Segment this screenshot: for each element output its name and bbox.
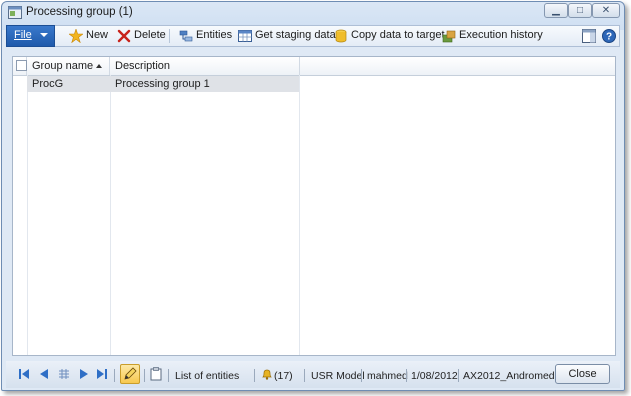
toolbar-divider: [169, 29, 170, 43]
column-header-description[interactable]: Description: [110, 57, 300, 75]
staging-table-icon: [238, 30, 252, 42]
select-all-header: [13, 57, 27, 75]
history-label: Execution history: [459, 29, 543, 41]
status-divider: [361, 369, 362, 382]
processing-group-window: Processing group (1) ▁ □ ✕ File New Dele…: [1, 1, 625, 391]
group-name-header-label: Group name: [32, 60, 94, 72]
close-button[interactable]: Close: [555, 364, 610, 384]
last-record-icon[interactable]: [96, 368, 108, 380]
show-factbox-icon[interactable]: [582, 29, 596, 43]
group-name-cell[interactable]: ProcG: [32, 78, 63, 90]
staging-label: Get staging data: [255, 29, 336, 41]
delete-x-icon: [117, 29, 131, 43]
pencil-icon: [124, 367, 137, 380]
status-divider: [114, 369, 115, 382]
status-date: 1/08/2012: [411, 370, 458, 382]
previous-record-icon[interactable]: [38, 368, 50, 380]
close-window-button[interactable]: ✕: [592, 3, 620, 18]
entities-label: Entities: [196, 29, 233, 41]
status-divider: [144, 369, 145, 382]
notification-bell-icon[interactable]: [261, 368, 273, 380]
description-header-label: Description: [115, 60, 171, 72]
title-bar: Processing group (1) ▁ □ ✕: [2, 2, 624, 24]
processing-groups-grid: Group name Description ProcG Processing …: [12, 56, 616, 356]
record-grid-icon[interactable]: [58, 368, 70, 380]
status-divider: [304, 369, 305, 382]
sort-ascending-icon: [96, 64, 102, 68]
action-pane: File New Delete Entities Get staging dat…: [6, 25, 620, 47]
minimize-icon: ▁: [552, 5, 560, 16]
next-record-icon[interactable]: [78, 368, 90, 380]
close-button-label: Close: [568, 368, 597, 380]
entities-icon: [179, 30, 193, 42]
delete-label: Delete: [134, 29, 166, 41]
edit-mode-button[interactable]: [120, 364, 140, 384]
app-window-icon: [8, 6, 22, 19]
status-divider: [406, 369, 407, 382]
copy-label: Copy data to target: [351, 29, 445, 41]
new-label: New: [86, 29, 109, 41]
copy-data-to-target-button[interactable]: Copy data to target: [334, 28, 445, 44]
status-server: AX2012_Andromeda: [463, 370, 561, 382]
status-list-label: List of entities: [175, 370, 240, 382]
entities-button[interactable]: Entities: [179, 28, 233, 44]
minimize-button[interactable]: ▁: [544, 3, 568, 18]
window-title: Processing group (1): [26, 6, 133, 18]
status-user: mahmed: [367, 370, 408, 382]
help-icon[interactable]: ?: [602, 29, 616, 43]
column-divider: [27, 75, 28, 355]
select-all-checkbox[interactable]: [16, 60, 27, 71]
svg-text:?: ?: [606, 32, 612, 43]
status-divider: [254, 369, 255, 382]
first-record-icon[interactable]: [18, 368, 30, 380]
maximize-button[interactable]: □: [568, 3, 592, 18]
description-cell[interactable]: Processing group 1: [115, 78, 210, 90]
new-button[interactable]: New: [69, 28, 109, 44]
column-header-group-name[interactable]: Group name: [27, 57, 110, 75]
close-icon: ✕: [601, 5, 611, 16]
delete-button[interactable]: Delete: [117, 28, 166, 44]
get-staging-data-button[interactable]: Get staging data: [238, 28, 336, 44]
copy-database-icon: [335, 29, 347, 43]
execution-history-button[interactable]: Execution history: [442, 28, 543, 44]
file-menu-button[interactable]: File: [6, 25, 55, 47]
column-divider: [299, 75, 300, 355]
chevron-down-icon: [40, 33, 48, 37]
new-star-icon: [69, 29, 83, 43]
column-divider: [110, 75, 111, 355]
status-divider: [168, 369, 169, 382]
notification-count[interactable]: (17): [274, 370, 293, 382]
attachments-icon[interactable]: [150, 367, 162, 381]
file-menu-label: File: [14, 29, 32, 41]
execution-history-icon: [442, 30, 456, 43]
status-model: USR Model: [311, 370, 365, 382]
maximize-icon: □: [576, 5, 584, 16]
table-row[interactable]: ProcG Processing group 1: [27, 76, 299, 92]
status-divider: [458, 369, 459, 382]
status-bar: List of entities (17) USR Model mahmed 1…: [6, 361, 620, 388]
grid-header: Group name Description: [13, 57, 615, 76]
